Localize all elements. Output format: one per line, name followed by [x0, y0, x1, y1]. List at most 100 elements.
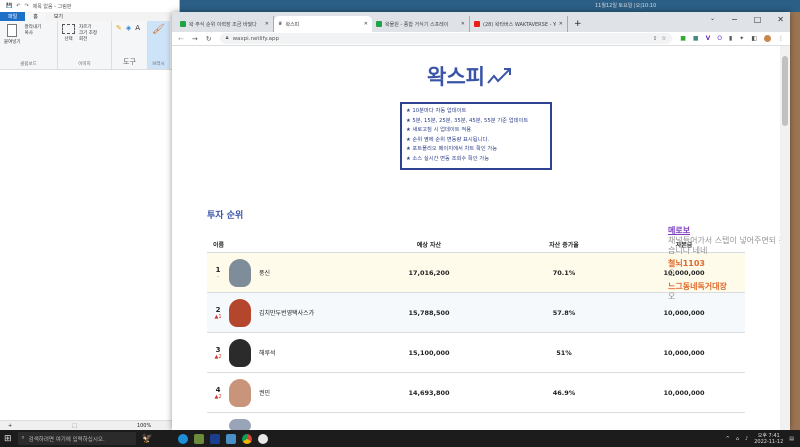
paint-tab-home[interactable]: 홈 — [25, 12, 46, 21]
select-button[interactable]: 선택 — [62, 24, 75, 66]
scrollbar-thumb[interactable] — [782, 56, 788, 126]
extension-icon[interactable]: ■ — [680, 35, 686, 42]
table-header: 이름 예상 자산 자산 증가율 자본금 — [207, 236, 745, 253]
capital: 10,000,000 — [663, 308, 705, 317]
notifications-icon[interactable]: ▤ — [789, 436, 794, 442]
favicon-icon — [180, 21, 186, 27]
header-name: 이름 — [213, 241, 225, 249]
forward-icon[interactable]: → — [192, 35, 198, 43]
close-tab-icon[interactable]: ✕ — [461, 21, 465, 27]
expected-assets: 14,693,800 — [408, 388, 450, 397]
paint-tab-file[interactable]: 파일 — [0, 12, 26, 21]
back-icon[interactable]: ← — [178, 35, 184, 43]
close-tab-icon[interactable]: ✕ — [559, 21, 563, 27]
page-scrollbar[interactable] — [780, 46, 790, 430]
paint-window[interactable]: 💾 ↶ ↷ 제목 없음 - 그림판 파일 홈 보기 붙여넣기 잘라내기 복사 클립보드 … — [0, 0, 180, 430]
system-tray: ^ ⌂ ♪ 오후 7:41 2022-11-12 ▤ — [726, 433, 800, 445]
browser-tab-active[interactable]: ♛ 왁스피 ✕ — [274, 16, 372, 32]
lock-icon: 🔒︎ — [225, 35, 229, 41]
share-icon[interactable]: ⇪ — [653, 36, 658, 42]
table-row[interactable] — [207, 413, 745, 430]
minecraft-icon[interactable] — [193, 433, 204, 444]
image-group: 선택 자르기 크기 조정 회전 이미지 — [58, 21, 112, 69]
tray-chevron-icon[interactable]: ^ — [726, 436, 730, 442]
bookmark-star-icon[interactable]: ☆ — [661, 36, 666, 42]
copy-button[interactable]: 복사 — [25, 30, 42, 36]
table-row[interactable]: 3 ▲2 해루석 15,100,000 51% 10,000,000 — [207, 333, 745, 373]
clipboard-group: 붙여넣기 잘라내기 복사 클립보드 — [0, 21, 58, 69]
desktop-top-text: 11월12일 토요일 |오|10:10 — [595, 3, 657, 9]
undo-icon[interactable]: ↶ — [16, 3, 20, 9]
asset-growth-rate: 51% — [556, 348, 572, 357]
taskbar-search[interactable]: ⌕ 검색하려면 여기에 입력하십시오. — [17, 432, 136, 445]
search-highlight-icon[interactable]: 🦅 — [142, 434, 172, 444]
extension-v-icon[interactable]: V — [706, 35, 711, 42]
section-title: 투자 순위 — [207, 211, 244, 221]
maximize-button[interactable]: □ — [754, 15, 762, 24]
network-icon[interactable]: ⌂ — [736, 436, 739, 442]
close-tab-icon[interactable]: ✕ — [364, 21, 368, 27]
close-tab-icon[interactable]: ✕ — [265, 21, 269, 27]
investor-name[interactable]: 김치만두번영택사스가 — [259, 308, 359, 317]
extension-icon[interactable]: ■ — [693, 35, 699, 42]
info-line: ★ 순위 옆에 순위 변동량 표시됩니다. — [406, 136, 490, 143]
minimize-button[interactable]: − — [731, 15, 738, 24]
info-line: ★ 10분마다 자동 업데이트 — [406, 108, 467, 114]
tab-search-icon[interactable]: ⌄ — [710, 15, 715, 24]
page-content: 왁스피 ★ 10분마다 자동 업데이트 ★ 5분, 15분, 25분, 35분,… — [172, 46, 780, 430]
asset-growth-rate: 70.1% — [552, 268, 576, 277]
avatar — [229, 378, 251, 407]
app-icon[interactable] — [209, 433, 220, 444]
redo-icon[interactable]: ↷ — [24, 3, 28, 9]
edge-icon[interactable] — [177, 433, 188, 444]
extensions-puzzle-icon[interactable]: ✦ — [739, 35, 744, 42]
header-rate: 자산 증가율 — [549, 241, 579, 249]
windows-start-icon[interactable]: ⊞ — [4, 434, 12, 444]
profile-avatar[interactable] — [764, 35, 771, 42]
app-icon[interactable] — [225, 433, 236, 444]
search-icon: ⌕ — [21, 435, 25, 441]
chat-username: 느그동네독거대장 — [668, 282, 727, 291]
investor-name[interactable]: 풍신 — [259, 268, 359, 277]
youtube-icon — [474, 21, 480, 27]
paint-tab-view[interactable]: 보기 — [46, 12, 71, 21]
trend-up-icon — [487, 68, 511, 84]
chrome-icon[interactable] — [241, 433, 252, 444]
clock[interactable]: 오후 7:41 2022-11-12 — [754, 433, 783, 445]
browser-tab[interactable]: (28) 왁타버스 WAKTAVERSE - YouTube✕ — [470, 16, 568, 32]
paint-icon[interactable] — [257, 433, 268, 444]
extension-icon[interactable]: ▮ — [729, 35, 732, 42]
volume-icon[interactable]: ♪ — [745, 436, 748, 442]
sidepanel-icon[interactable]: ◧ — [751, 35, 757, 42]
chat-overlay: 메로보 채널들어가서 스텝이 넣어주면되 겠갈습니다 네네 철뇌1103 오 느… — [668, 226, 780, 302]
paste-button[interactable]: 붙여넣기 — [4, 24, 21, 66]
rank: 4 ▲2 — [207, 386, 229, 400]
brush-button[interactable]: 🖌 브러시 — [148, 21, 170, 69]
avatar — [229, 419, 251, 430]
browser-tab[interactable]: 왁 주식 순위 이력장 조금 바꿨다 ✕ — [176, 16, 274, 32]
info-line: ★ 포트폴리오 페이지에서 차트 확인 가능 — [406, 146, 498, 153]
asset-growth-rate: 46.9% — [552, 388, 576, 397]
menu-icon[interactable]: ⋮ — [778, 35, 784, 42]
rank-change: ▲2 — [214, 393, 222, 400]
address-bar[interactable]: 🔒︎ waxpi.netlify.app ⇪ ☆ — [219, 33, 673, 44]
site-logo[interactable]: 왁스피 — [427, 61, 513, 91]
expected-assets: 15,100,000 — [408, 348, 450, 357]
save-icon[interactable]: 💾 — [6, 3, 12, 9]
rotate-button[interactable]: 회전 — [79, 36, 97, 42]
investor-name[interactable]: 해루석 — [259, 348, 359, 357]
table-row[interactable]: 1- 풍신 17,016,200 70.1% 10,000,000 — [207, 253, 745, 293]
table-row[interactable]: 4 ▲2 권민 14,693,800 46.9% 10,000,000 — [207, 373, 745, 413]
reload-icon[interactable]: ↻ — [206, 35, 212, 43]
table-row[interactable]: 2 ▲1 김치만두번영택사스가 15,788,500 57.8% 10,000,0… — [207, 293, 745, 333]
investor-name[interactable]: 권민 — [259, 388, 359, 397]
new-tab-button[interactable]: + — [568, 19, 588, 32]
browser-tab[interactable]: 왁물원 - 종합 거식기 스프레이 ✕ — [372, 16, 470, 32]
paint-status-bar: + ⬚ 100% — [0, 420, 179, 430]
paint-canvas[interactable] — [0, 70, 179, 420]
info-line: ★ 소스 실시간 변동 조회수 확인 가능 — [406, 155, 490, 162]
info-box: ★ 10분마다 자동 업데이트 ★ 5분, 15분, 25분, 35분, 45분… — [400, 102, 552, 170]
extension-o-icon[interactable]: O — [717, 35, 722, 42]
rank: 3 ▲2 — [207, 346, 229, 360]
close-button[interactable]: ✕ — [777, 15, 784, 24]
